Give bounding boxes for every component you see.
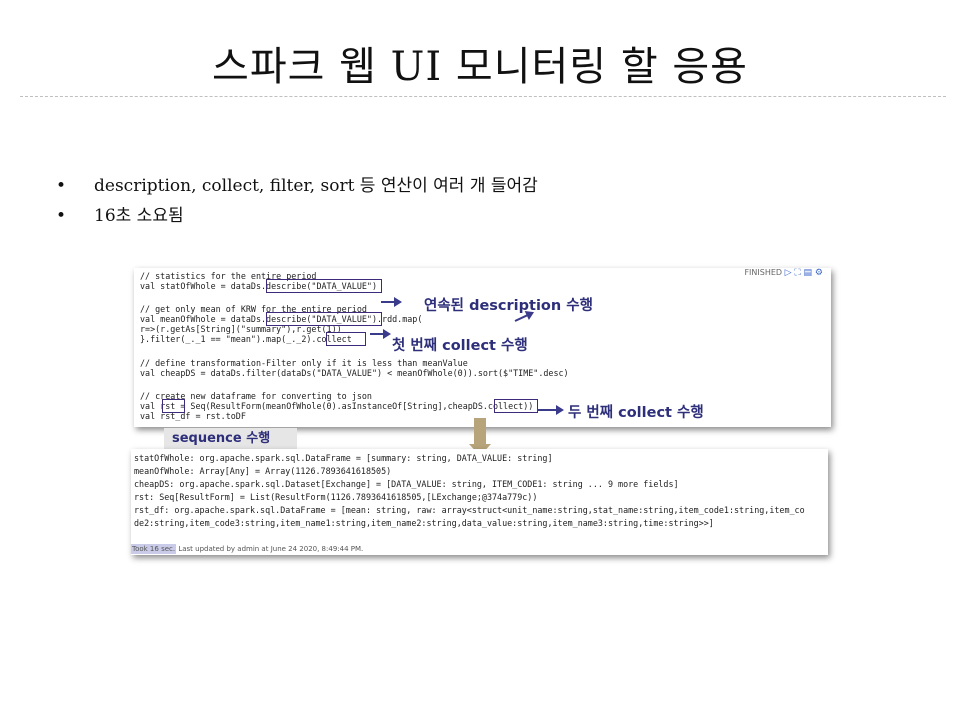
down-arrow-icon [469, 418, 491, 456]
output-line: rst_df: org.apache.spark.sql.DataFrame =… [134, 505, 805, 515]
output-screenshot: statOfWhole: org.apache.spark.sql.DataFr… [131, 449, 828, 555]
callout-description: 연속된 description 수행 [424, 298, 593, 314]
callout-arrow [537, 405, 564, 415]
callout-arrow [381, 297, 402, 307]
code-line: val cheapDS = dataDs.filter(dataDs("DATA… [140, 368, 569, 378]
output-line: de2:string,item_code3:string,item_name1:… [134, 518, 714, 528]
highlight-collect-1 [326, 332, 366, 346]
bullet-list: • description, collect, filter, sort 등 연산… [56, 171, 538, 231]
paragraph-status: FINISHED ▷ ⛶ ▤ ⚙ [744, 268, 823, 278]
bullet-marker: • [56, 176, 67, 196]
highlight-collect-2 [494, 399, 538, 413]
bullet-text: description, collect, filter, sort 등 연산이… [94, 176, 538, 196]
bullet-marker: • [56, 206, 67, 226]
output-line: rst: Seq[ResultForm] = List(ResultForm(1… [134, 492, 538, 502]
took-time: Took 16 sec. [131, 544, 177, 554]
bullet-item: • description, collect, filter, sort 등 연산… [56, 171, 538, 201]
code-line: }.filter(_._1 == "mean").map(_._2).colle… [140, 334, 352, 344]
code-line: val rst = Seq(ResultForm(meanOfWhole(0).… [140, 401, 534, 411]
highlight-seq [162, 399, 185, 413]
callout-collect-2: 두 번째 collect 수행 [568, 405, 704, 421]
bullet-item: • 16초 소요됨 [56, 201, 538, 231]
output-line: cheapDS: org.apache.spark.sql.Dataset[Ex… [134, 479, 679, 489]
callout-collect-1: 첫 번째 collect 수행 [392, 338, 528, 354]
slide-title: 스파크 웹 UI 모니터링 할 응용 [212, 44, 748, 90]
highlight-describe-1 [266, 279, 382, 293]
bullet-text: 16초 소요됨 [94, 206, 184, 226]
output-line: statOfWhole: org.apache.spark.sql.DataFr… [134, 453, 553, 463]
code-line: val rst_df = rst.toDF [140, 411, 246, 421]
highlight-describe-2 [266, 312, 382, 326]
run-icon: ▷ ⛶ ▤ ⚙ [784, 268, 823, 278]
title-divider [20, 96, 946, 97]
last-updated: Last updated by admin at June 24 2020, 8… [178, 545, 364, 553]
callout-arrow [370, 329, 391, 339]
code-line: // define transformation-Filter only if … [140, 358, 468, 368]
status-label: FINISHED [744, 268, 783, 277]
output-line: meanOfWhole: Array[Any] = Array(1126.789… [134, 466, 392, 476]
callout-sequence: sequence 수행 [164, 428, 297, 449]
run-footer: Took 16 sec. Last updated by admin at Ju… [131, 544, 364, 554]
